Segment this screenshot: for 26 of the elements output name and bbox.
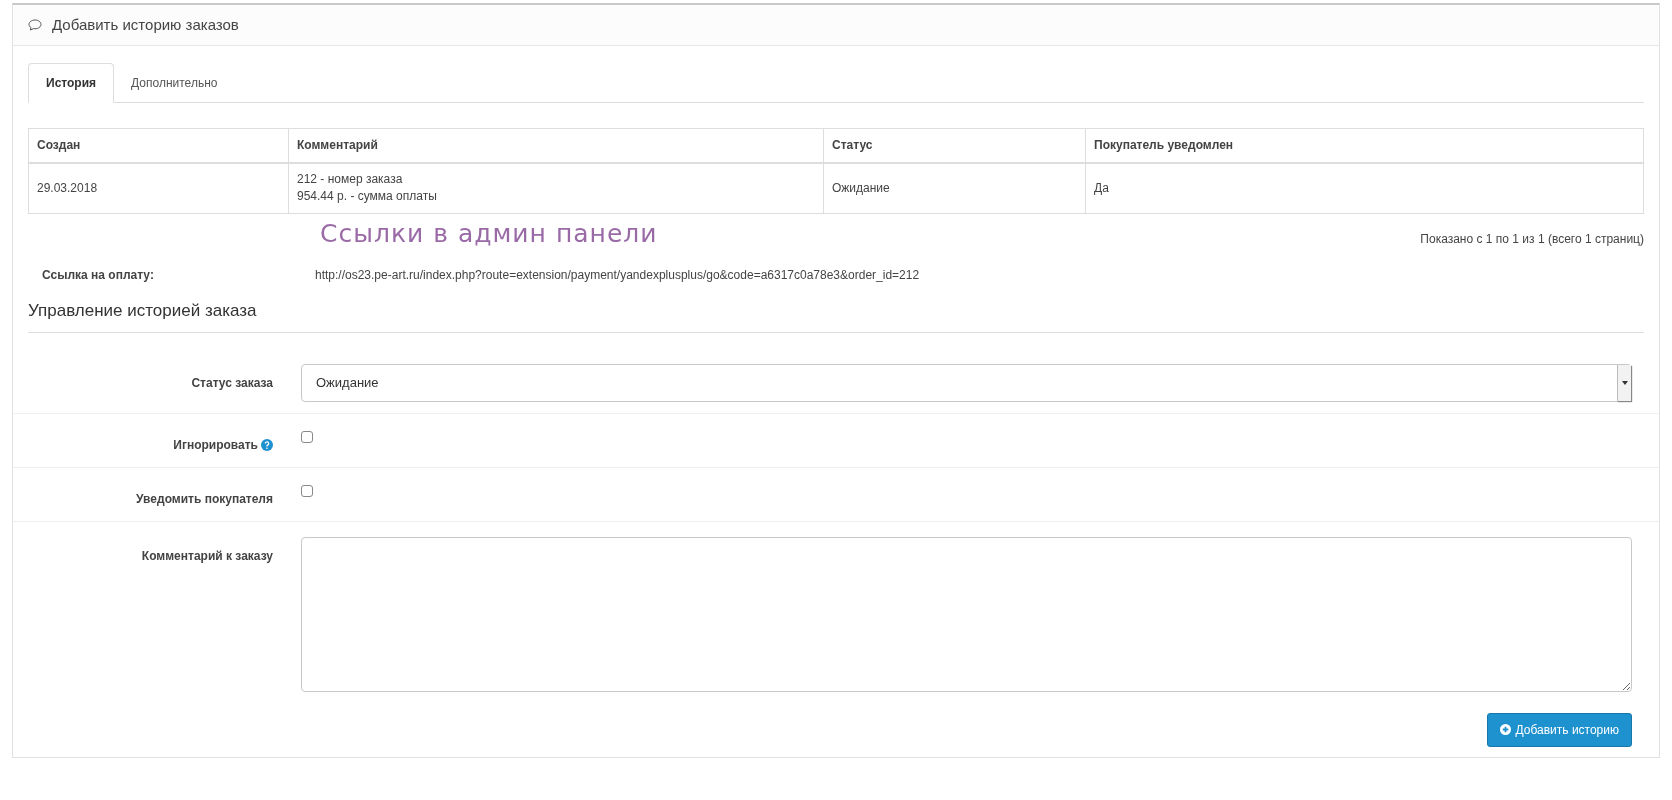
checkbox[interactable] (301, 430, 313, 443)
tab[interactable]: Дополнительно (114, 63, 235, 103)
column-header: Статус (823, 128, 1086, 163)
panel-title: Добавить историю заказов (52, 14, 239, 35)
payment-link-label: Ссылка на оплату: (41, 267, 155, 284)
field-label: Игнорировать (173, 436, 258, 454)
checkbox[interactable] (301, 484, 313, 497)
pagination-text: Показано с 1 по 1 из 1 (всего 1 страниц) (1420, 231, 1644, 248)
tab[interactable]: История (28, 63, 115, 103)
payment-link-url: http://os23.pe-art.ru/index.php?route=extension/payment/yandexplusplus/go&code=a6317c0a78e3&order_id=212 (315, 267, 920, 284)
plus-circle-icon (1499, 724, 1511, 735)
field-label: Комментарий к заказу (141, 547, 273, 565)
speech-bubble-icon (28, 19, 42, 31)
status-select[interactable]: Ожидание (301, 364, 1632, 402)
add-history-button[interactable]: Добавить историю (1486, 712, 1632, 747)
table-cell: 29.03.2018 (28, 162, 289, 214)
caret-icon (1617, 365, 1631, 401)
table-cell: Ожидание (823, 162, 1086, 214)
column-header: Создан (28, 128, 289, 163)
column-header: Комментарий (288, 128, 824, 163)
field-label: Статус заказа (191, 375, 273, 392)
column-header: Покупатель уведомлен (1085, 128, 1644, 163)
section-title: Управление историей заказа (28, 298, 1644, 333)
table-cell: Да (1085, 162, 1644, 214)
field-label: Уведомить покупателя (136, 490, 273, 508)
table-cell: 212 - номер заказа 954.44 р. - сумма оплаты (288, 162, 824, 214)
